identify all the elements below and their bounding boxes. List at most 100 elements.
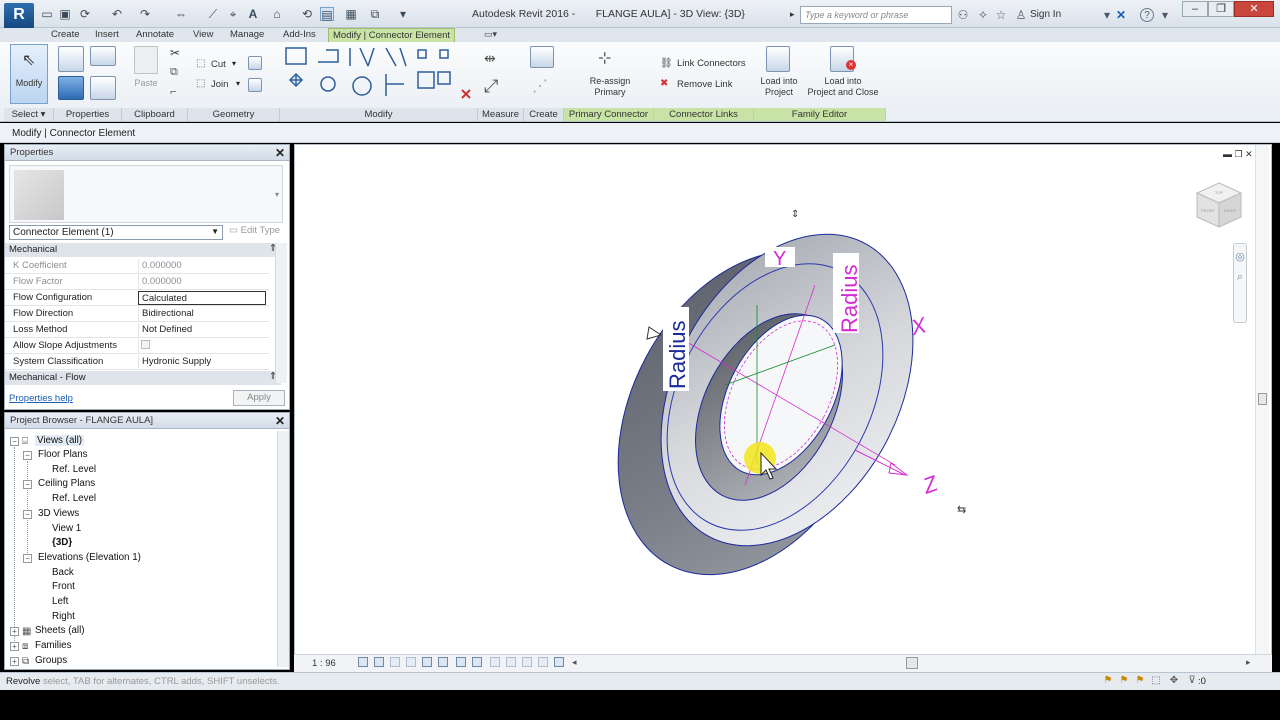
- viewport-vertical-scrollbar[interactable]: [1255, 145, 1269, 655]
- z-axis-label[interactable]: Z: [919, 470, 943, 499]
- view-scale[interactable]: 1 : 96: [312, 658, 336, 669]
- close-hidden-icon[interactable]: ▦: [344, 7, 358, 21]
- cut-scissors-icon[interactable]: ✂: [170, 46, 180, 60]
- default-3d-view-icon[interactable]: ⌂: [270, 7, 284, 21]
- open-icon[interactable]: ▭: [40, 7, 54, 21]
- expand-toggle[interactable]: +: [10, 627, 19, 636]
- cut-dropdown-icon[interactable]: ▾: [232, 59, 236, 68]
- property-value-dropdown[interactable]: Calculated: [138, 291, 266, 305]
- lock-3d-icon[interactable]: [456, 657, 466, 667]
- property-value[interactable]: Hydronic Supply: [138, 355, 266, 369]
- property-value[interactable]: 0.000000: [138, 275, 266, 289]
- sync-icon[interactable]: ⟳: [78, 7, 92, 21]
- type-selector[interactable]: Connector Element (1) ▼: [9, 225, 223, 240]
- split-face-icon[interactable]: [248, 56, 262, 70]
- allow-slope-checkbox[interactable]: [141, 340, 150, 349]
- signin-dropdown-icon[interactable]: ▾: [1100, 8, 1114, 22]
- undo-icon[interactable]: ↶: [110, 7, 124, 21]
- tree-3d-views[interactable]: 3D Views: [38, 508, 79, 519]
- qat-dropdown-icon[interactable]: ▾: [396, 7, 410, 21]
- group-mechanical-flow[interactable]: Mechanical - Flow ⇑: [5, 371, 281, 385]
- sign-in-link[interactable]: Sign In: [1030, 9, 1061, 20]
- section-icon[interactable]: ⟲: [300, 7, 314, 21]
- tab-add-ins[interactable]: Add-Ins: [279, 28, 320, 42]
- redo-icon[interactable]: ↷: [138, 7, 152, 21]
- family-types-icon[interactable]: [58, 76, 84, 100]
- join-label[interactable]: Join: [211, 79, 228, 90]
- match-properties-icon[interactable]: ⌐: [170, 86, 176, 98]
- group-mechanical[interactable]: Mechanical ⇑: [5, 243, 281, 257]
- binoculars-icon[interactable]: ⚇: [956, 8, 970, 22]
- dimension-icon[interactable]: ⟋: [206, 7, 220, 21]
- tree-elevation-left[interactable]: Left: [52, 596, 68, 607]
- tab-insert[interactable]: Insert: [91, 28, 123, 42]
- browser-scrollbar[interactable]: [277, 431, 289, 667]
- tree-sheets[interactable]: Sheets (all): [35, 625, 85, 636]
- remove-link-button[interactable]: Remove Link: [677, 79, 732, 90]
- tree-view-1[interactable]: View 1: [52, 523, 81, 534]
- text-icon[interactable]: A: [246, 7, 260, 21]
- type-preview-dropdown-icon[interactable]: ▾: [275, 190, 279, 199]
- expand-toggle[interactable]: −: [23, 510, 32, 519]
- minimize-button[interactable]: –: [1182, 1, 1208, 17]
- panel-select[interactable]: Select ▾: [4, 108, 54, 121]
- scroll-right-icon[interactable]: ▸: [1246, 657, 1251, 668]
- tag-icon[interactable]: ⌖: [226, 7, 240, 21]
- search-input[interactable]: Type a keyword or phrase: [800, 6, 952, 24]
- measure-icon[interactable]: ⇔: [174, 7, 188, 21]
- tree-elevations[interactable]: Elevations (Elevation 1): [38, 552, 141, 563]
- edit-type-button[interactable]: ▭ Edit Type: [229, 225, 280, 236]
- link-connectors-button[interactable]: Link Connectors: [677, 58, 746, 69]
- tree-ref-level-floor[interactable]: Ref. Level: [52, 464, 96, 475]
- subscription-icon[interactable]: ✧: [976, 8, 990, 22]
- load-into-project-button[interactable]: Load into Project: [752, 76, 806, 98]
- tree-groups[interactable]: Groups: [35, 655, 67, 666]
- property-value[interactable]: Bidirectional: [138, 307, 266, 321]
- tree-families[interactable]: Families: [35, 640, 71, 651]
- sun-path-icon[interactable]: [390, 657, 400, 667]
- properties-close-icon[interactable]: ✕: [275, 146, 285, 160]
- restore-button[interactable]: ❐: [1208, 1, 1234, 17]
- user-icon[interactable]: ♙: [1014, 8, 1028, 22]
- ribbon-minimize-icon[interactable]: ▭▾: [484, 29, 506, 41]
- tree-floor-plans[interactable]: Floor Plans: [38, 449, 88, 460]
- tree-ceiling-plans[interactable]: Ceiling Plans: [38, 478, 95, 489]
- close-button[interactable]: ✕: [1234, 1, 1274, 17]
- drawing-area-3d[interactable]: ▬ ❐ ✕ TOP FRONT RIGHT ◎ ⌕ ⇕ ⇆ Radius Rad…: [294, 144, 1272, 672]
- copy-icon[interactable]: ⧉: [170, 66, 178, 79]
- properties-scrollbar[interactable]: [275, 243, 287, 383]
- temp-view-properties-icon[interactable]: [506, 657, 516, 667]
- flange-3d-model[interactable]: ⇕ ⇆ Radius Radius Y X Z: [295, 145, 1255, 655]
- tree-ref-level-ceiling[interactable]: Ref. Level: [52, 493, 96, 504]
- tree-elevation-front[interactable]: Front: [52, 581, 75, 592]
- reveal-constraints-icon[interactable]: [554, 657, 564, 667]
- expand-toggle[interactable]: −: [23, 451, 32, 460]
- join-icon[interactable]: ⬚: [196, 78, 205, 89]
- tab-annotate[interactable]: Annotate: [132, 28, 178, 42]
- family-category-icon[interactable]: [90, 76, 116, 100]
- expand-toggle[interactable]: −: [10, 437, 19, 446]
- cut-geometry-icon[interactable]: ⬚: [196, 58, 205, 69]
- create-group-icon[interactable]: [530, 46, 554, 68]
- help-dropdown-icon[interactable]: ▾: [1158, 8, 1172, 22]
- type-properties-icon[interactable]: [90, 46, 116, 66]
- viewport-vscroll-thumb[interactable]: [1258, 393, 1267, 405]
- y-axis-label[interactable]: Y: [765, 247, 795, 270]
- load-into-project-close-button[interactable]: Load into Project and Close: [804, 76, 882, 98]
- select-links-icon[interactable]: ⚑: [1102, 675, 1114, 687]
- horizontal-scroll-thumb[interactable]: [906, 657, 918, 669]
- cut-label[interactable]: Cut: [211, 59, 226, 70]
- scroll-left-icon[interactable]: ◂: [572, 657, 577, 668]
- property-value[interactable]: 0.000000: [138, 259, 266, 273]
- expand-toggle[interactable]: +: [10, 642, 19, 651]
- measure-tool-icon[interactable]: ⇹: [484, 50, 496, 67]
- filter-icon[interactable]: ⊽: [1186, 675, 1198, 687]
- thin-lines-icon[interactable]: ▤: [320, 7, 334, 22]
- show-crop-icon[interactable]: [438, 657, 448, 667]
- properties-icon[interactable]: [58, 46, 84, 72]
- radius-label-left[interactable]: Radius: [663, 307, 690, 391]
- help-icon[interactable]: ?: [1140, 8, 1154, 22]
- radius-label-right[interactable]: Radius: [833, 253, 862, 333]
- expand-toggle[interactable]: −: [23, 480, 32, 489]
- application-menu-button[interactable]: R: [4, 3, 34, 29]
